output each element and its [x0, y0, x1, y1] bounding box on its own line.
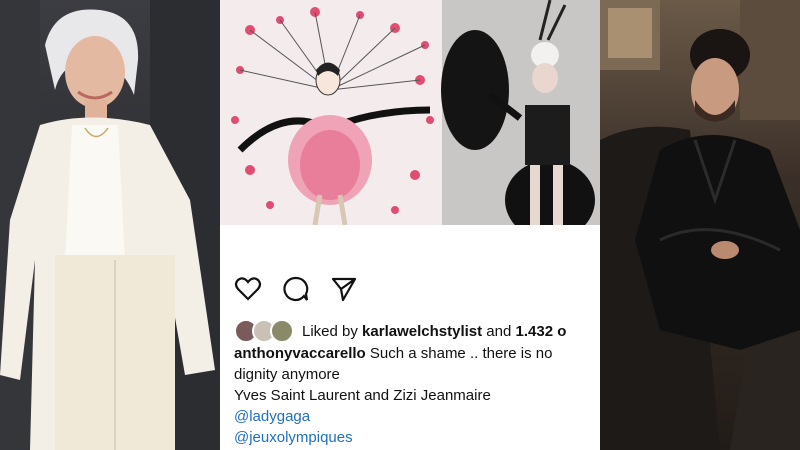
left-photo-woman-white-suit [0, 0, 220, 450]
post-info-area: Liked by karlawelchstylist and 1.432 o a… [220, 225, 600, 450]
man-portrait-illustration [600, 0, 800, 450]
instagram-post-screenshot: Liked by karlawelchstylist and 1.432 o a… [220, 0, 600, 450]
caption-text-continued: dignity anymore [234, 366, 340, 383]
likes-summary: Liked by karlawelchstylist and 1.432 o [234, 319, 566, 343]
mention-jeuxolympiques[interactable]: @jeuxolympiques [234, 427, 600, 448]
likes-and: and [486, 322, 512, 340]
likes-count[interactable]: 1.432 o [516, 323, 567, 340]
post-caption: anthonyvaccarello Such a shame .. there … [234, 343, 600, 448]
caption-username[interactable]: anthonyvaccarello [234, 345, 366, 362]
caption-text: Such a shame .. there is no [369, 345, 553, 362]
liker-avatars[interactable] [234, 319, 294, 343]
heart-icon[interactable] [234, 275, 262, 303]
avatar [270, 319, 294, 343]
post-image-collage [220, 0, 600, 240]
comment-icon[interactable] [282, 275, 310, 303]
right-photo-man-leather-jacket [600, 0, 800, 450]
cabaret-sketch-image [220, 0, 442, 226]
post-action-row [234, 275, 358, 303]
runway-figure-illustration [0, 0, 220, 450]
mention-ladygaga[interactable]: @ladygaga [234, 406, 600, 427]
likes-prefix: Liked by [302, 322, 358, 340]
performer-photo [441, 0, 600, 240]
liked-by-username[interactable]: karlawelchstylist [362, 323, 482, 340]
share-icon[interactable] [330, 275, 358, 303]
caption-credit-line: Yves Saint Laurent and Zizi Jeanmaire [234, 387, 491, 404]
